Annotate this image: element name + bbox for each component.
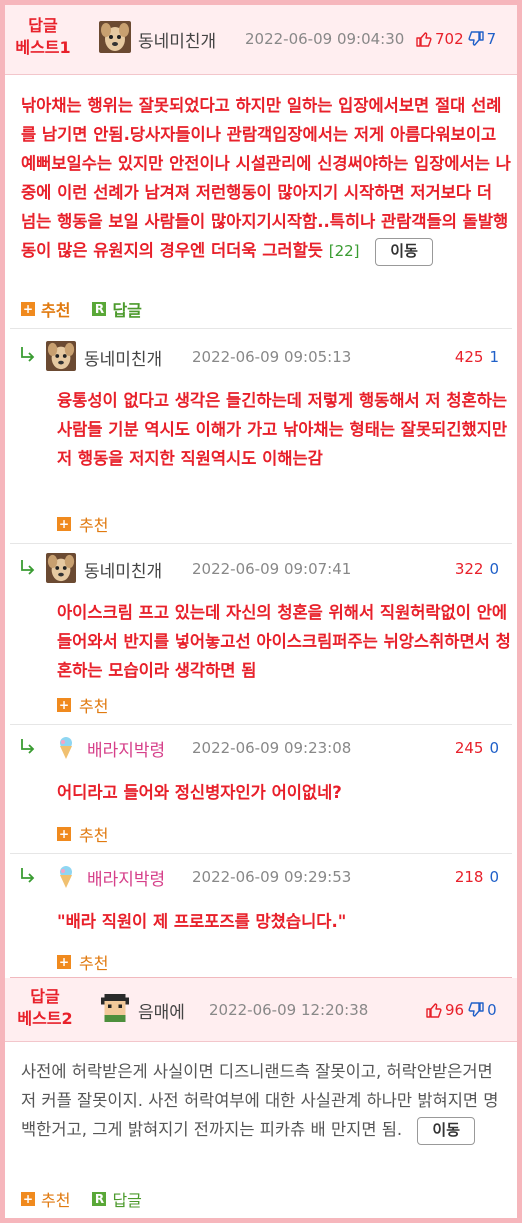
best2-recommend-button[interactable]: + 추천 [21,1187,70,1211]
pixel-avatar [101,994,129,1026]
reply-down-count[interactable]: 1 [489,348,499,366]
ice-cream-icon [57,736,75,764]
best1-label-line1: 답글 [28,16,58,35]
reply-recommend-button[interactable]: + 추천 [57,950,108,974]
best2-reply-label: 답글 [112,1191,142,1210]
best2-actions: + 추천 R 답글 [21,1187,164,1211]
plus-icon: + [57,955,71,969]
reply-arrow-icon [21,347,35,362]
reply-text: 아이스크림 프고 있는데 자신의 청혼을 위해서 직원허락없이 안에들어와서 반… [57,603,511,680]
best1-label-line2: 베스트1 [15,38,71,57]
best2-label-line2: 베스트2 [17,1009,73,1028]
dog-avatar [46,553,76,583]
best1-date: 2022-06-09 09:04:30 [245,30,405,48]
reply-recommend-button[interactable]: + 추천 [57,693,108,717]
best2-reply-button[interactable]: R 답글 [92,1187,142,1211]
divider [10,853,512,854]
reply-down-count[interactable]: 0 [489,868,499,886]
reply-nickname[interactable]: 동네미친개 [84,557,162,582]
reply-arrow-icon [21,739,35,754]
reply-recommend-button[interactable]: + 추천 [57,822,108,846]
reply-date: 2022-06-09 09:29:53 [192,868,352,886]
best1-reply-button[interactable]: R 답글 [92,297,142,321]
plus-icon: + [57,827,71,841]
reply-vote: 245 0 [455,739,499,757]
plus-icon: + [21,1192,35,1206]
reply-arrow-icon [21,868,35,883]
ice-cream-icon [57,865,75,893]
best1-recommend-button[interactable]: + 추천 [21,297,70,321]
reply-date: 2022-06-09 09:23:08 [192,739,352,757]
best1-text: 낚아채는 행위는 잘못되었다고 하지만 일하는 입장에서보면 절대 선례를 남기… [21,96,511,260]
best2-nickname[interactable]: 음매에 [138,998,185,1023]
reply-text: "배라 직원이 제 프로포즈를 망쳤습니다." [57,912,347,931]
comment-panel: 답글 베스트1 동네미친개 2022-06-09 09:04:30 702 7 … [0,0,522,1223]
reply-down-count[interactable]: 0 [489,739,499,757]
thumbs-down-icon[interactable] [468,1002,484,1018]
dog-avatar [46,341,76,371]
best1-vote: 702 7 [416,30,496,48]
reply-recommend-button[interactable]: + 추천 [57,512,108,536]
reply-up-count[interactable]: 245 [455,739,484,757]
reply-arrow-icon [21,560,35,575]
reply-text: 융통성이 없다고 생각은 들긴하는데 저렇게 행동해서 저 청혼하는 사람들 기… [57,391,508,468]
thumbs-up-icon[interactable] [416,31,432,47]
divider [10,543,512,544]
best1-recommend-label: 추천 [41,301,71,320]
best2-label-line1: 답글 [30,987,60,1006]
best1-label: 답글 베스트1 [13,15,73,59]
divider [10,328,512,329]
best1-body: 낚아채는 행위는 잘못되었다고 하지만 일하는 입장에서보면 절대 선례를 남기… [21,91,511,266]
best1-move-button[interactable]: 이동 [375,237,433,266]
best1-reply-count[interactable]: [22] [329,242,360,260]
reply-vote: 425 1 [455,348,499,366]
reply-date: 2022-06-09 09:05:13 [192,348,352,366]
reply-up-count[interactable]: 425 [455,348,484,366]
reply-r-icon: R [92,302,107,316]
dog-avatar [99,21,131,53]
best2-body: 사전에 허락받은게 사실이면 디즈니랜드측 잘못이고, 허락안받은거면 저 커플… [21,1057,511,1145]
thumbs-up-icon[interactable] [426,1002,442,1018]
reply-vote: 218 0 [455,868,499,886]
best1-reply-label: 답글 [112,301,142,320]
plus-icon: + [57,698,71,712]
reply-up-count[interactable]: 322 [455,560,484,578]
reply-vote: 322 0 [455,560,499,578]
best2-date: 2022-06-09 12:20:38 [209,1001,369,1019]
best2-label: 답글 베스트2 [15,986,75,1030]
thumbs-down-icon[interactable] [468,31,484,47]
reply-date: 2022-06-09 09:07:41 [192,560,352,578]
best2-header: 답글 베스트2 음매에 2022-06-09 12:20:38 96 0 [5,978,517,1042]
reply-recommend-label: 추천 [79,826,109,845]
divider [10,724,512,725]
best2-down-count: 0 [487,1001,497,1019]
reply-down-count[interactable]: 0 [489,560,499,578]
reply-recommend-label: 추천 [79,697,109,716]
best1-up-count: 702 [435,30,464,48]
best2-up-count: 96 [445,1001,465,1019]
best2-vote: 96 0 [426,1001,497,1019]
reply-up-count[interactable]: 218 [455,868,484,886]
reply-recommend-label: 추천 [79,516,109,535]
reply-recommend-label: 추천 [79,954,109,973]
best1-header: 답글 베스트1 동네미친개 2022-06-09 09:04:30 702 7 [5,5,517,75]
reply-nickname[interactable]: 배라지박령 [87,865,165,890]
best2-move-button[interactable]: 이동 [417,1116,476,1145]
plus-icon: + [21,302,35,316]
best1-down-count: 7 [486,30,497,48]
reply-nickname[interactable]: 동네미친개 [84,345,162,370]
best2-recommend-label: 추천 [41,1191,71,1210]
best1-nickname[interactable]: 동네미친개 [138,27,216,52]
reply-nickname[interactable]: 배라지박령 [87,736,165,761]
reply-text: 어디라고 들어와 정신병자인가 어이없네? [57,783,342,802]
best1-actions: + 추천 R 답글 [21,297,164,321]
plus-icon: + [57,517,71,531]
reply-r-icon: R [92,1192,107,1206]
